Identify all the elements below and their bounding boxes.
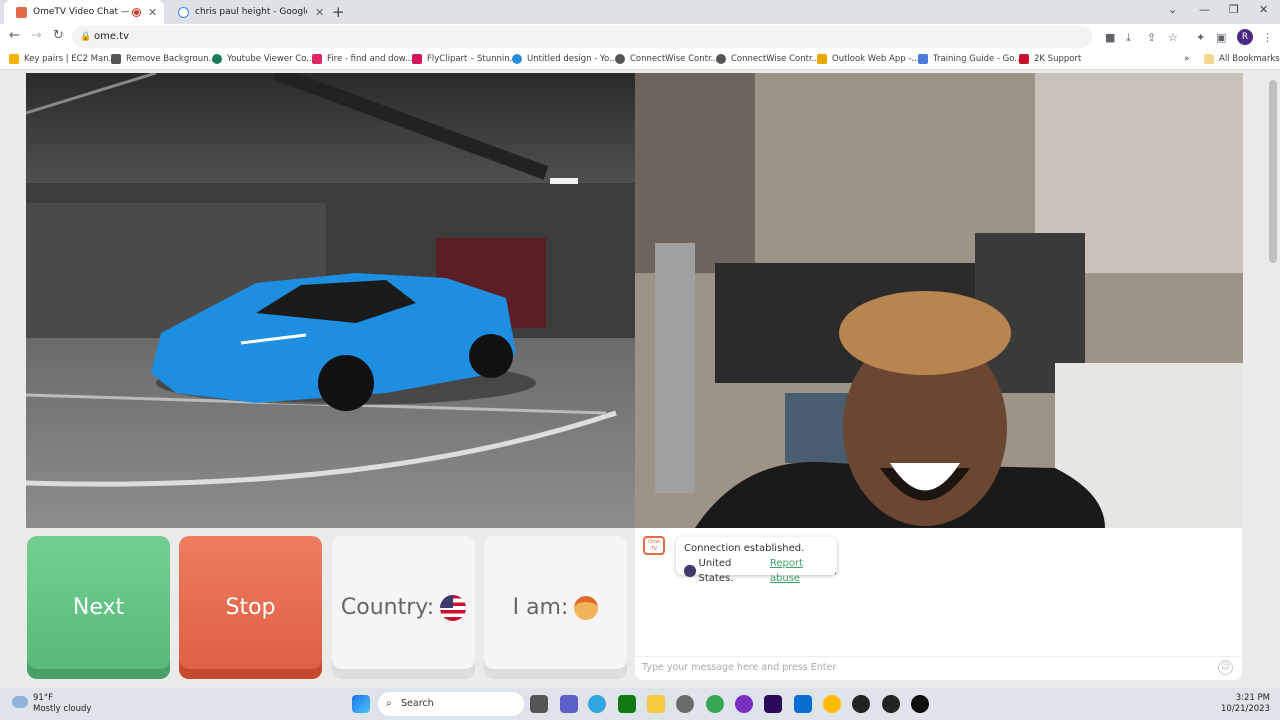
address-bar[interactable] [72,26,1092,48]
taskbar-search[interactable]: Search [378,692,524,716]
tab-search-icon[interactable]: ⌄ [1168,3,1177,16]
emoji-icon[interactable]: ☺ [1218,660,1233,675]
bookmark-item[interactable]: ConnectWise Contr... [716,54,820,64]
globe-icon [716,54,726,64]
edge-icon[interactable] [588,695,606,713]
close-tab-icon[interactable]: ✕ [315,6,324,19]
system-message: Connection established. United States. R… [676,537,837,584]
bookmark-item[interactable]: Training Guide - Go... [918,54,1022,64]
bookmark-icon [412,54,422,64]
partner-video [635,73,1243,528]
google-favicon-icon [178,6,189,18]
bookmark-item[interactable]: Key pairs | EC2 Man... [9,54,117,64]
bookmark-icon [212,54,222,64]
menu-icon[interactable]: ⋮ [1262,31,1273,44]
install-icon[interactable]: ⤓ [1126,31,1131,45]
folder-icon [9,54,19,64]
scrollbar[interactable] [1269,80,1277,263]
country-selector[interactable]: Country: [332,536,475,679]
gender-selector[interactable]: I am: [484,536,627,679]
garage-car-scene [26,73,635,528]
bookmark-item[interactable]: Untitled design - Yo... [512,54,617,64]
bookmark-item[interactable]: FlyClipart – Stunnin... [412,54,518,64]
close-window-button[interactable]: ✕ [1259,3,1268,16]
more-bookmarks-icon[interactable]: » [1184,54,1189,64]
file-explorer-icon[interactable] [647,695,665,713]
stop-button[interactable]: Stop [179,536,322,679]
side-panel-icon[interactable]: ▣ [1216,31,1226,44]
arc-icon[interactable] [735,695,753,713]
ometv-favicon-icon [16,6,27,18]
maximize-button[interactable]: ❐ [1229,3,1239,16]
app-icon[interactable] [882,695,900,713]
tab-ometv[interactable]: OmeTV Video Chat — Top ✕ [4,0,164,24]
url-text[interactable]: ome.tv [94,31,129,42]
bookmark-icon [312,54,322,64]
all-bookmarks[interactable]: All Bookmarks [1204,54,1280,64]
divider [635,656,1242,657]
local-video [26,73,635,528]
premiere-icon[interactable] [764,695,782,713]
back-button[interactable]: ← [9,28,20,43]
doc-icon [918,54,928,64]
bookmark-icon [817,54,827,64]
globe-icon [615,54,625,64]
app-icon[interactable] [911,695,929,713]
bookmark-icon [1019,54,1029,64]
report-abuse-link[interactable]: Report abuse [770,556,834,586]
windows-start-icon[interactable] [352,695,370,713]
close-tab-icon[interactable]: ✕ [148,6,157,19]
lock-icon[interactable]: 🔒 [80,32,91,42]
reload-button[interactable]: ↻ [53,28,64,43]
xbox-icon[interactable] [618,695,636,713]
cloud-icon[interactable] [12,696,28,708]
boy-emoji-icon [574,595,599,620]
tab-google-search[interactable]: chris paul height - Google Search ✕ [166,0,326,24]
task-view-icon[interactable] [530,695,548,713]
us-flag-icon [440,594,467,621]
bookmark-item[interactable]: Remove Backgroun... [111,54,217,64]
forward-button[interactable]: → [31,28,42,43]
partner-country: United States. [698,558,734,584]
share-icon[interactable]: ⇪ [1147,31,1156,44]
bookmark-icon [512,54,522,64]
weather-widget[interactable]: 91°F Mostly cloudy [33,693,91,715]
recording-icon [133,8,140,16]
next-button[interactable]: Next [27,536,170,679]
chrome-profile-icon[interactable] [823,695,841,713]
app-icon[interactable] [852,695,870,713]
bookmark-item[interactable]: Fire - find and dow... [312,54,413,64]
connection-status: Connection established. [684,543,805,554]
star-icon[interactable]: ☆ [1168,31,1178,44]
minimize-button[interactable]: — [1199,3,1210,16]
bookmark-item[interactable]: ConnectWise Contr... [615,54,719,64]
chrome-icon[interactable] [706,695,724,713]
extensions-icon[interactable]: ✦ [1196,31,1205,44]
teams-icon[interactable] [560,695,578,713]
system-clock[interactable]: 3:21 PM 10/21/2023 [1218,693,1270,715]
camera-icon[interactable]: ■ [1105,31,1115,44]
partner-room-scene [635,73,1243,528]
bookmark-item[interactable]: Youtube Viewer Co... [212,54,314,64]
mail-icon[interactable] [794,695,812,713]
message-input[interactable]: Type your message here and press Enter [642,662,836,673]
ometv-logo-icon: Ome TV [643,536,665,555]
new-tab-button[interactable]: + [332,3,345,21]
bookmark-item[interactable]: 2K Support [1019,54,1081,64]
bookmark-item[interactable]: Outlook Web App -... [817,54,920,64]
settings-icon[interactable] [676,695,694,713]
search-icon: ⌕ [386,698,392,709]
taskbar [0,688,1280,720]
bookmark-icon [111,54,121,64]
us-flag-icon [684,565,696,577]
profile-avatar[interactable]: R [1237,29,1253,45]
folder-icon [1204,54,1214,64]
